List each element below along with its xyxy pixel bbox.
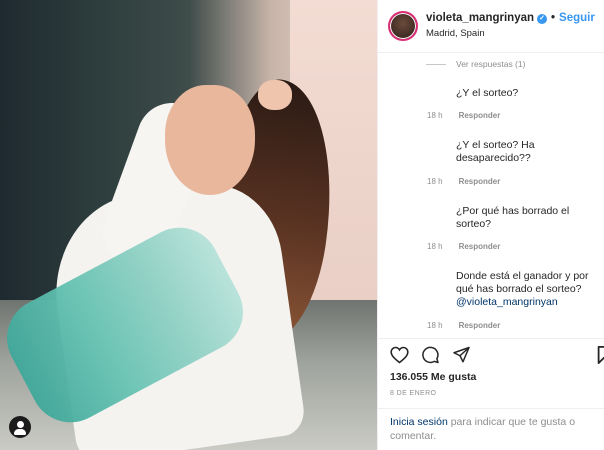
reply-button[interactable]: Responder [459, 321, 501, 330]
comment-meta: 18 h Responder [427, 177, 500, 186]
username-link[interactable]: violeta_mangrinyan [426, 12, 534, 26]
share-icon[interactable] [452, 346, 471, 364]
replies-divider [426, 63, 446, 65]
photo-hand [258, 80, 292, 110]
separator-dot: • [551, 12, 556, 25]
view-replies-label: Ver respuestas (1) [456, 59, 526, 69]
comment-meta: 18 h Responder [427, 321, 500, 330]
comment-text: ¿Por qué has borrado el sorteo? [456, 205, 570, 231]
view-replies-button[interactable]: Ver respuestas (1) [426, 59, 525, 69]
comment-text: ¿Y el sorteo? [456, 87, 519, 99]
login-prompt: Inicia sesión para indicar que te gusta … [378, 408, 604, 443]
reply-button[interactable]: Responder [459, 242, 501, 251]
reply-button[interactable]: Responder [459, 177, 501, 186]
comment-text: Donde está el ganador y por qué has borr… [456, 270, 589, 296]
likes-count[interactable]: 136.055 Me gusta [390, 371, 476, 383]
login-link[interactable]: Inicia sesión [390, 416, 448, 428]
comment-time: 18 h [427, 321, 443, 330]
avatar[interactable] [388, 11, 418, 41]
comments-list: Ver respuestas (1) ¿Y el sorteo? 18 h Re… [378, 53, 604, 338]
comment-time: 18 h [427, 111, 443, 120]
user-tag-icon[interactable] [9, 416, 31, 438]
comment-block: Donde está el ganador y por qué has borr… [456, 270, 598, 309]
heart-icon[interactable] [390, 346, 409, 364]
reply-button[interactable]: Responder [459, 111, 501, 120]
comment-icon[interactable] [421, 346, 440, 364]
mention-link[interactable]: @violeta_mangrinyan [456, 296, 598, 309]
follow-button[interactable]: Seguir [559, 12, 595, 26]
comment-time: 18 h [427, 177, 443, 186]
post-photo[interactable] [0, 0, 377, 450]
post-header: violeta_mangrinyan ✓ • Seguir Madrid, Sp… [378, 0, 604, 53]
comment-time: 18 h [427, 242, 443, 251]
post-side-panel: violeta_mangrinyan ✓ • Seguir Madrid, Sp… [377, 0, 604, 450]
post-actions: 136.055 Me gusta 8 DE ENERO Inicia sesió… [378, 338, 604, 450]
location-link[interactable]: Madrid, Spain [426, 28, 595, 39]
comment-text: ¿Y el sorteo? Ha desaparecido?? [456, 139, 535, 165]
post-date: 8 DE ENERO [390, 390, 437, 397]
verified-badge-icon: ✓ [537, 14, 548, 25]
photo-face [165, 85, 255, 195]
comment-meta: 18 h Responder [427, 242, 500, 251]
bookmark-icon[interactable] [597, 346, 604, 364]
comment-meta: 18 h Responder [427, 111, 500, 120]
